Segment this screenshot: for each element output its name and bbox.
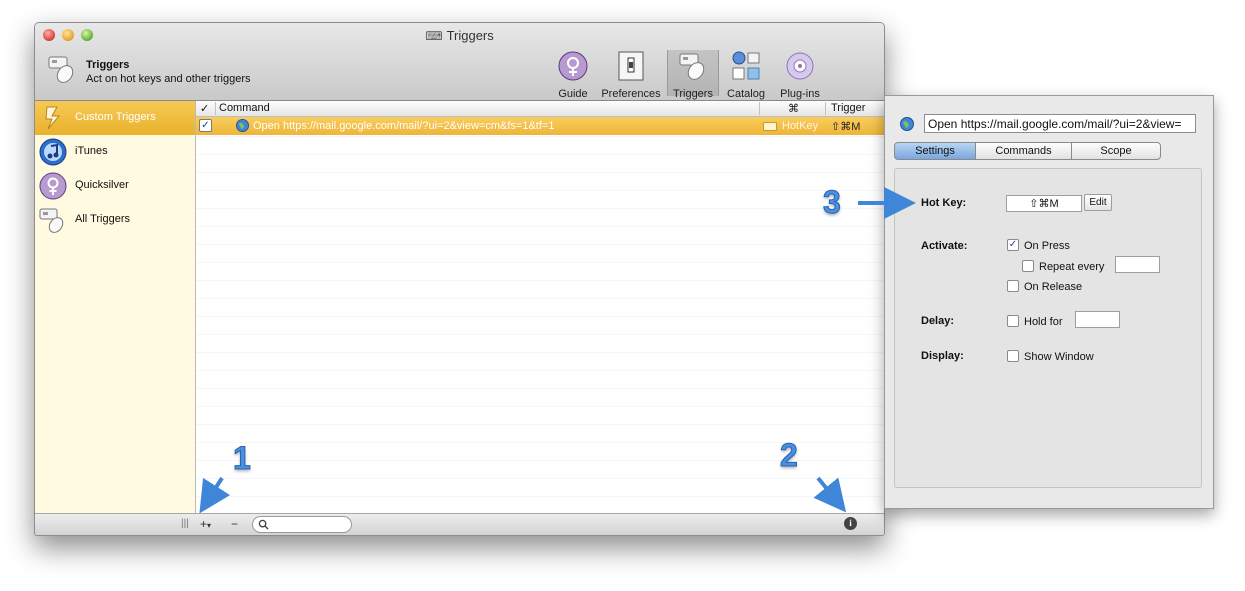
repeat-interval-input[interactable]: [1115, 256, 1160, 273]
lightning-bolt-icon: [45, 106, 61, 130]
hotkey-label: Hot Key:: [921, 197, 967, 209]
triggers-window: ⌨ Triggers Triggers Act on hot keys and o…: [34, 22, 885, 536]
remove-trigger-button[interactable]: −: [231, 517, 238, 531]
hold-for-label: Hold for: [1024, 316, 1063, 328]
toolbar-plugins-button[interactable]: Plug-ins: [775, 50, 825, 100]
column-header-trigger[interactable]: Trigger: [831, 102, 865, 114]
tab-commands[interactable]: Commands: [975, 142, 1072, 160]
column-header-enabled[interactable]: ✓: [200, 102, 209, 115]
header-title: Triggers: [86, 59, 130, 71]
plugins-icon: [786, 52, 814, 80]
sidebar-resize-handle[interactable]: |||: [181, 518, 189, 529]
delay-label: Delay:: [921, 315, 955, 327]
table-row[interactable]: ✓ Open https://mail.google.com/mail/?ui=…: [196, 117, 884, 135]
toolbar-guide-button[interactable]: Guide: [553, 50, 593, 100]
hold-for-checkbox[interactable]: [1007, 315, 1019, 327]
info-button[interactable]: i: [844, 517, 857, 530]
tab-settings[interactable]: Settings: [894, 142, 976, 160]
on-press-label: On Press: [1024, 240, 1070, 252]
show-window-label: Show Window: [1024, 351, 1094, 363]
add-trigger-button[interactable]: +▾: [200, 517, 211, 531]
quicksilver-guide-icon: [558, 51, 588, 81]
window-toolbar: ⌨ Triggers Triggers Act on hot keys and o…: [35, 23, 884, 101]
column-header-type[interactable]: ⌘: [788, 102, 799, 115]
catalog-icon: [732, 51, 760, 80]
edit-hotkey-button[interactable]: Edit: [1084, 194, 1112, 211]
sidebar: Custom Triggers iTunes Quicksilver All T…: [35, 101, 196, 513]
header-subtitle: Act on hot keys and other triggers: [86, 73, 251, 85]
tab-scope[interactable]: Scope: [1071, 142, 1161, 160]
triggers-small-icon: ⌨: [425, 29, 443, 43]
row-command-text: Open https://mail.google.com/mail/?ui=2&…: [253, 120, 555, 132]
on-release-checkbox[interactable]: [1007, 280, 1019, 292]
toolbar-preferences-button[interactable]: Preferences: [598, 50, 664, 100]
bottom-bar: ||| +▾ − i: [35, 513, 884, 535]
callout-number-2: 2: [780, 437, 799, 474]
triggers-icon: [39, 208, 64, 233]
toolbar-triggers-button[interactable]: Triggers: [667, 50, 719, 100]
on-press-checkbox[interactable]: ✓: [1007, 239, 1019, 251]
hold-duration-input[interactable]: [1075, 311, 1120, 328]
keyboard-icon: [763, 122, 777, 131]
table-header: ✓ Command ⌘ Trigger: [196, 101, 884, 117]
globe-icon: [900, 117, 914, 131]
repeat-every-checkbox[interactable]: [1022, 260, 1034, 272]
sidebar-item-all-triggers[interactable]: All Triggers: [35, 203, 195, 237]
callout-number-1: 1: [233, 440, 252, 477]
column-separator: [759, 102, 760, 115]
settings-panel: [894, 168, 1202, 488]
toolbar-catalog-button[interactable]: Catalog: [723, 50, 769, 100]
globe-icon: [236, 119, 249, 132]
callout-number-3: 3: [823, 184, 842, 221]
on-release-label: On Release: [1024, 281, 1083, 293]
window-title: ⌨ Triggers: [425, 28, 494, 43]
triggers-icon: [48, 56, 74, 83]
sidebar-item-itunes[interactable]: iTunes: [35, 135, 195, 169]
search-icon: [258, 519, 269, 530]
display-label: Display:: [921, 350, 964, 362]
column-separator: [215, 102, 216, 115]
column-separator: [825, 102, 826, 115]
row-enabled-checkbox[interactable]: ✓: [199, 119, 212, 132]
repeat-every-label: Repeat every: [1039, 261, 1105, 273]
sidebar-item-custom-triggers[interactable]: Custom Triggers: [35, 101, 195, 135]
hotkey-field[interactable]: ⇧⌘M: [1006, 195, 1082, 212]
activate-label: Activate:: [921, 240, 968, 252]
itunes-icon: [39, 138, 67, 166]
row-trigger-keys: ⇧⌘M: [831, 121, 861, 133]
triggers-icon: [679, 53, 705, 80]
preferences-switch-icon: [618, 51, 644, 81]
search-field[interactable]: [252, 516, 352, 533]
quicksilver-icon: [39, 172, 67, 200]
command-field[interactable]: Open https://mail.google.com/mail/?ui=2&…: [924, 114, 1196, 133]
trigger-info-drawer: Open https://mail.google.com/mail/?ui=2&…: [884, 95, 1214, 509]
column-header-command[interactable]: Command: [219, 102, 270, 114]
sidebar-item-quicksilver[interactable]: Quicksilver: [35, 169, 195, 203]
show-window-checkbox[interactable]: [1007, 350, 1019, 362]
row-trigger-type: HotKey: [782, 120, 819, 132]
